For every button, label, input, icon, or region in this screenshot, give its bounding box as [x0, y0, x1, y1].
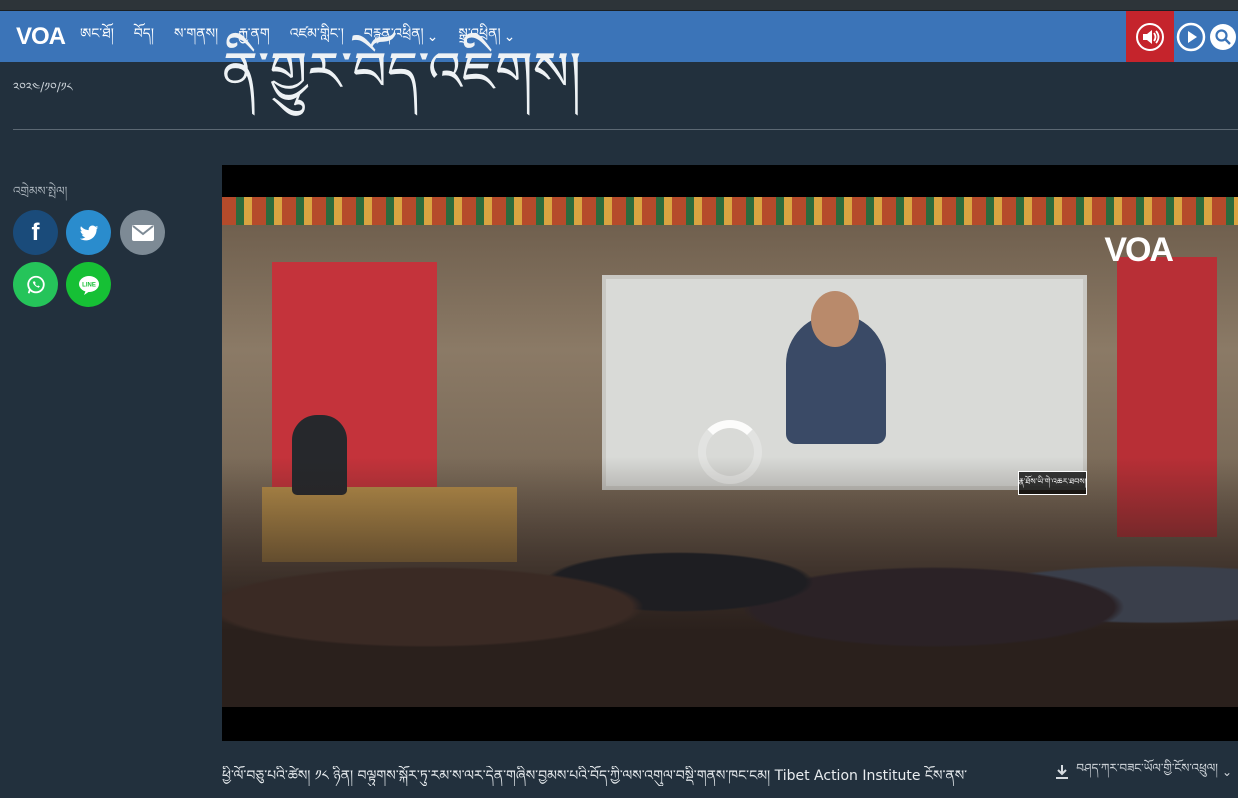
live-audio-button[interactable]: [1126, 11, 1174, 62]
envelope-icon: [131, 224, 154, 241]
nav-item-label: ས་གནས།: [174, 25, 219, 42]
loading-spinner-icon: [698, 420, 762, 484]
video-voa-watermark: VOA: [1104, 231, 1174, 269]
nav-actions: [1126, 11, 1238, 62]
whatsapp-share-button[interactable]: [13, 262, 58, 307]
svg-text:LINE: LINE: [82, 282, 96, 288]
nav-item-label: ཨང་ཐོ།: [80, 25, 114, 42]
main-navbar: VOA ཨང་ཐོ། བོད། ས་གནས། རྒྱ་ནག འཛམ་གླིང་།…: [0, 11, 1238, 62]
search-button[interactable]: [1208, 11, 1238, 62]
search-icon: [1210, 23, 1236, 50]
email-share-button[interactable]: [120, 210, 165, 255]
voa-logo-text: VOA: [16, 22, 66, 50]
live-video-button[interactable]: [1174, 11, 1208, 62]
play-circle-icon: [1176, 22, 1206, 51]
nav-item-label: བོད།: [133, 25, 154, 42]
video-player[interactable]: VOA རྣ་ཐོས་ཡི་གེ་འཆར་ཐབས།: [222, 165, 1238, 741]
browser-top-strip: [0, 0, 1238, 11]
decorative-banner: [222, 197, 1238, 225]
captions-button[interactable]: རྣ་ཐོས་ཡི་གེ་འཆར་ཐབས།: [1018, 471, 1087, 495]
article-date: ༢༠༢༤/༡༠/༡༨: [13, 80, 73, 94]
presenter-head: [811, 291, 859, 347]
nav-item-tibet[interactable]: བོད།: [134, 17, 154, 57]
facebook-share-button[interactable]: f: [13, 210, 58, 255]
voa-logo[interactable]: VOA: [16, 22, 70, 52]
whatsapp-icon: [26, 275, 45, 294]
twitter-share-button[interactable]: [66, 210, 111, 255]
speaker-icon: [1136, 22, 1164, 51]
article-title: ནི་གྱུར་བོད་འཇིགས།: [222, 40, 582, 103]
nav-item-local[interactable]: ས་གནས།: [174, 17, 218, 57]
nav-item-news[interactable]: ཨང་ཐོ།: [80, 17, 114, 57]
twitter-bird-icon: [79, 225, 98, 240]
title-divider: [13, 129, 1238, 130]
article-body-paragraph: ཕྱི་ལོ་བཅུ་པའི་ཚེས། ༡༨ ཉིན། བལྟུགས་སྐོར་…: [222, 768, 968, 784]
facebook-icon: f: [31, 218, 40, 246]
captions-label: རྣ་ཐོས་ཡི་གེ་འཆར་ཐབས།: [1018, 476, 1087, 486]
line-icon: LINE: [78, 275, 99, 295]
share-label: འགྲེམས་སྤེལ།: [13, 184, 68, 198]
line-share-button[interactable]: LINE: [66, 262, 111, 307]
